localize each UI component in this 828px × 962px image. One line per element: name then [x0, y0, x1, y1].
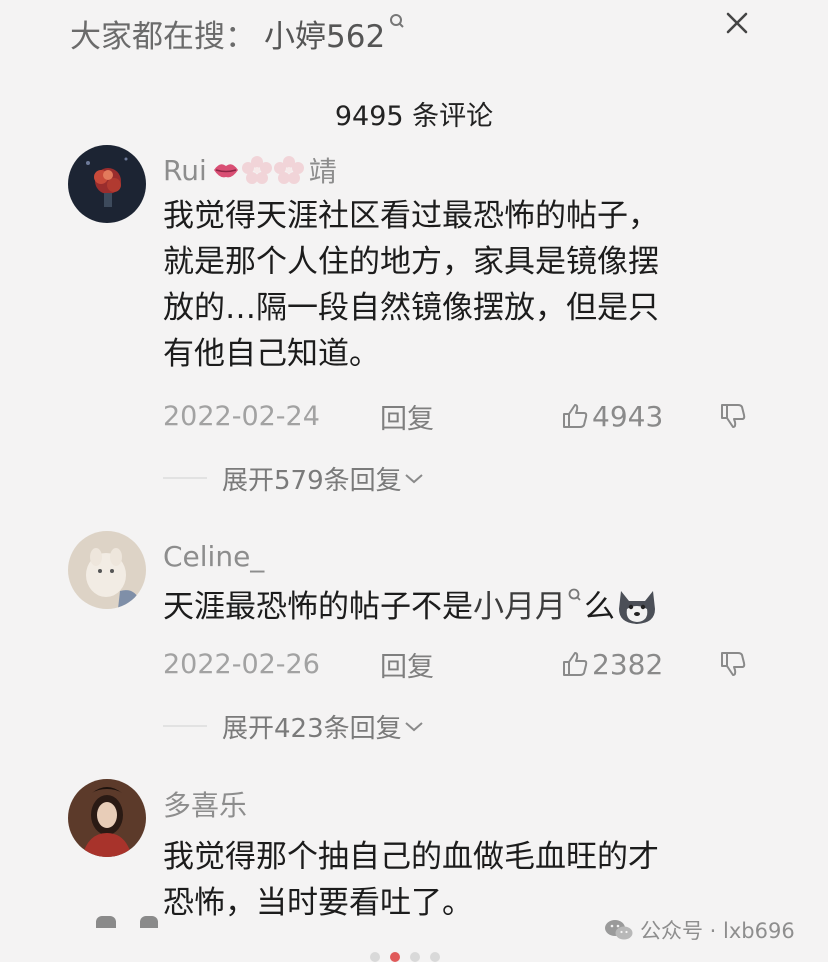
search-prefix: 大家都在搜：: [70, 18, 256, 55]
page-dot[interactable]: [370, 952, 380, 962]
thumbs-up-icon: [563, 404, 588, 428]
comment-count: 9495 条评论: [334, 101, 494, 132]
expand-label: 展开579条回复: [222, 465, 402, 496]
expand-label: 展开423条回复: [222, 713, 402, 744]
expand-divider: [163, 725, 207, 727]
thumbs-up-icon: [563, 652, 588, 676]
watermark-text: 公众号 · lxb696: [640, 919, 795, 943]
search-icon: [568, 588, 581, 601]
author-name: Celine_: [163, 539, 265, 573]
expand-replies-button[interactable]: 展开579条回复: [222, 458, 426, 498]
expand-divider: [163, 477, 207, 479]
comment-text: 么: [584, 589, 615, 625]
like-button[interactable]: 4943: [560, 396, 663, 436]
page-dot-active[interactable]: [390, 952, 400, 962]
author-name: 多喜乐: [163, 789, 248, 822]
close-button[interactable]: [718, 4, 756, 42]
search-suggestion-bar[interactable]: 大家都在搜： 小婷562: [70, 10, 407, 56]
comment-author[interactable]: Celine_: [163, 536, 264, 576]
comment-text: 天涯最恐怖的帖子不是: [163, 589, 473, 625]
author-name-suffix: 靖: [308, 155, 337, 188]
watermark: 公众号 · lxb696: [604, 912, 795, 948]
comment-author[interactable]: Rui 靖: [163, 150, 337, 190]
search-term-link[interactable]: 小月月: [473, 584, 566, 630]
reply-button[interactable]: 回复: [380, 396, 434, 436]
reply-button[interactable]: 回复: [380, 644, 434, 684]
comment-line: 放的…隔一段自然镜像摆放，但是只: [163, 290, 659, 326]
chevron-down-icon: [404, 474, 423, 484]
expand-replies-button[interactable]: 展开423条回复: [222, 706, 426, 746]
dislike-button[interactable]: [718, 396, 748, 436]
like-count: 4943: [592, 399, 664, 433]
thumbs-down-icon: [721, 652, 746, 676]
sakura-emoji: [273, 156, 304, 184]
like-count: 2382: [592, 647, 664, 681]
lips-emoji: [213, 164, 238, 178]
like-button[interactable]: 2382: [560, 644, 663, 684]
avatar[interactable]: [68, 531, 146, 609]
search-term[interactable]: 小婷562: [264, 11, 385, 56]
comment-line: 我觉得天涯社区看过最恐怖的帖子，: [163, 198, 659, 234]
page-dot[interactable]: [430, 952, 440, 962]
close-icon: [726, 12, 748, 34]
comment-line: 有他自己知道。: [163, 336, 380, 372]
author-decorations: [211, 155, 305, 185]
comment-body: 天涯最恐怖的帖子不是 小月月 么: [163, 584, 753, 630]
dislike-button[interactable]: [718, 644, 748, 684]
comment-body: 我觉得天涯社区看过最恐怖的帖子， 就是那个人住的地方，家具是镜像摆 放的…隔一段…: [163, 193, 753, 377]
search-icon: [390, 14, 404, 28]
comment-date: 2022-02-26: [163, 648, 320, 680]
comment-line: 就是那个人住的地方，家具是镜像摆: [163, 244, 659, 280]
comment-date: 2022-02-24: [163, 400, 320, 432]
husky-emoji: [619, 591, 655, 624]
comment-author[interactable]: 多喜乐: [163, 784, 247, 824]
next-comment-peek: [140, 916, 158, 928]
next-comment-peek: [96, 916, 116, 928]
page-dot[interactable]: [410, 952, 420, 962]
comment-line: 我觉得那个抽自己的血做毛血旺的才: [163, 839, 659, 875]
avatar[interactable]: [68, 145, 146, 223]
thumbs-down-icon: [721, 404, 746, 428]
sakura-emoji: [241, 156, 272, 184]
wechat-icon: [605, 920, 633, 940]
page-indicator: [370, 952, 440, 962]
author-name: Rui: [163, 153, 207, 187]
avatar[interactable]: [68, 779, 146, 857]
chevron-down-icon: [404, 722, 423, 732]
